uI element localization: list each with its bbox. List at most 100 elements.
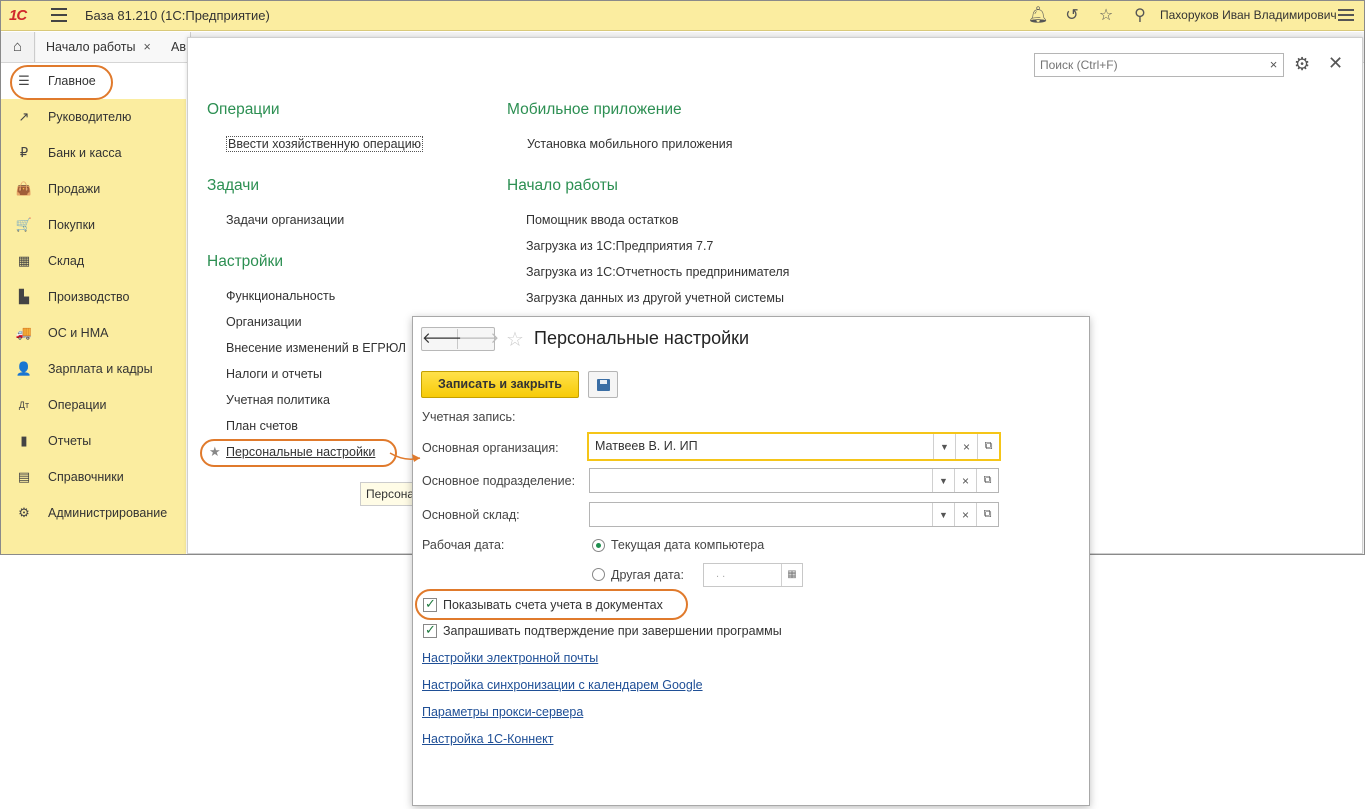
tab-start[interactable]: Начало работы × [36,32,162,62]
link-egrul[interactable]: Внесение изменений в ЕГРЮЛ [226,341,406,355]
date-field[interactable]: . . ▦ [703,563,803,587]
save-button[interactable] [588,371,618,398]
sidebar-item-assets[interactable]: 🚚 ОС и НМА [1,315,186,351]
chevron-down-icon[interactable]: ▼ [932,469,954,492]
sidebar-item-label: Продажи [48,182,101,196]
link-google-calendar[interactable]: Настройка синхронизации с календарем Goo… [422,678,703,692]
clear-icon[interactable]: × [1264,53,1284,77]
menu-icon[interactable] [1338,9,1354,23]
floppy-disk-icon [597,379,610,391]
link-email-settings[interactable]: Настройки электронной почты [422,651,598,665]
cart-icon: 🛒 [15,217,33,232]
warehouse-field[interactable]: ▼ × ⧉ [589,502,999,527]
calendar-icon[interactable]: ▦ [781,564,802,586]
history-icon[interactable]: ↺ [1061,5,1083,27]
sidebar-item-label: Зарплата и кадры [48,362,153,376]
sidebar-item-label: Руководителю [48,110,132,124]
link-import-other[interactable]: Загрузка данных из другой учетной систем… [526,291,784,305]
radio-current-label: Текущая дата компьютера [611,538,765,552]
sidebar-item-salary[interactable]: 👤 Зарплата и кадры [1,351,186,387]
tab-label: Ав [171,40,186,54]
home-icon[interactable]: ⌂ [1,32,35,62]
org-field[interactable]: Матвеев В. И. ИП ▼ × ⧉ [587,432,1001,461]
app-logo: 1С [9,7,27,24]
radio-other-date[interactable] [592,568,605,581]
link-balance-wizard[interactable]: Помощник ввода остатков [526,213,679,227]
sidebar-item-production[interactable]: ▙ Производство [1,279,186,315]
personal-settings-dialog: 🡐 🡒 ☆ Персональные настройки Записать и … [412,316,1090,806]
sidebar-item-reports[interactable]: ▮ Отчеты [1,423,186,459]
close-icon[interactable]: ✕ [1328,53,1343,74]
app-title: База 81.210 (1С:Предприятие) [85,8,270,23]
title-bar: 1С База 81.210 (1С:Предприятие) 🔔︎ ↺ ☆ ⚲… [1,1,1364,31]
forward-arrow-icon[interactable]: 🡒 [459,329,499,349]
sidebar-item-label: Отчеты [48,434,92,448]
link-enter-operation[interactable]: Ввести хозяйственную операцию [226,136,424,152]
link-proxy[interactable]: Параметры прокси-сервера [422,705,583,719]
person-icon: 👤 [15,361,33,376]
org-label: Основная организация: [422,441,559,455]
clear-icon[interactable]: × [954,503,976,526]
gear-icon[interactable]: ⚙ [1294,54,1310,75]
search-icon[interactable]: ⚲ [1129,5,1151,27]
link-functionality[interactable]: Функциональность [226,289,335,303]
link-1c-connect[interactable]: Настройка 1С-Коннект [422,732,553,746]
link-policy[interactable]: Учетная политика [226,393,330,407]
link-mobile-install[interactable]: Установка мобильного приложения [527,137,733,151]
sidebar-item-purchases[interactable]: 🛒 Покупки [1,207,186,243]
link-organizations[interactable]: Организации [226,315,302,329]
bag-icon: 👜 [15,181,33,196]
highlight-oval [10,65,113,100]
link-org-tasks[interactable]: Задачи организации [226,213,344,227]
link-taxes[interactable]: Налоги и отчеты [226,367,322,381]
open-icon[interactable]: ⧉ [976,503,998,526]
sidebar-item-manager[interactable]: ↗ Руководителю [1,99,186,135]
book-icon: ▤ [17,469,31,484]
clear-icon[interactable]: × [954,469,976,492]
sidebar: ☰ Главное ↗ Руководителю ₽ Банк и касса 👜 Пр… [1,63,186,554]
sidebar-item-warehouse[interactable]: ▦ Склад [1,243,186,279]
sidebar-item-label: Покупки [48,218,96,232]
section-title-tasks: Задачи [207,177,260,194]
ruble-icon: ₽ [19,145,29,160]
section-title-settings: Настройки [207,253,284,270]
division-field[interactable]: ▼ × ⧉ [589,468,999,493]
highlight-oval [200,439,397,467]
bell-icon[interactable]: 🔔︎ [1027,5,1049,27]
section-title-mobile: Мобильное приложение [507,101,682,118]
bar-chart-icon: ▮ [20,433,28,448]
open-icon[interactable]: ⧉ [977,434,999,459]
user-name[interactable]: Пахоруков Иван Владимирович [1160,8,1337,22]
close-icon[interactable]: × [143,40,150,54]
org-value: Матвеев В. И. ИП [595,439,698,453]
link-import-77[interactable]: Загрузка из 1С:Предприятия 7.7 [526,239,713,253]
section-title-start: Начало работы [507,177,618,194]
star-icon[interactable]: ☆ [1095,5,1117,27]
division-label: Основное подразделение: [422,474,576,488]
save-and-close-button[interactable]: Записать и закрыть [421,371,579,398]
sidebar-item-operations[interactable]: Дт Операции [1,387,186,423]
workdate-label: Рабочая дата: [422,538,505,552]
sidebar-item-label: Банк и касса [48,146,122,160]
checkbox-confirm-exit[interactable] [423,622,437,638]
search-field[interactable] [1034,53,1284,77]
sidebar-item-sales[interactable]: 👜 Продажи [1,171,186,207]
chevron-down-icon[interactable]: ▼ [932,503,954,526]
link-import-reporting[interactable]: Загрузка из 1С:Отчетность предпринимател… [526,265,789,279]
link-chart-of-accounts[interactable]: План счетов [226,419,298,433]
back-arrow-icon[interactable]: 🡐 [422,329,462,349]
clear-icon[interactable]: × [955,434,977,459]
warehouse-label: Основной склад: [422,508,520,522]
radio-current-date[interactable] [592,539,605,552]
highlight-oval [415,589,688,620]
favorite-star-icon[interactable]: ☆ [506,327,524,352]
search-input[interactable] [1035,54,1255,76]
truck-icon: 🚚 [15,325,33,340]
sidebar-item-admin[interactable]: ⚙ Администрирование [1,495,186,531]
sidebar-item-bank[interactable]: ₽ Банк и касса [1,135,186,171]
open-icon[interactable]: ⧉ [976,469,998,492]
main-menu-button[interactable] [51,8,67,22]
gear-icon: ⚙ [18,505,30,520]
chevron-down-icon[interactable]: ▼ [933,434,955,459]
sidebar-item-catalogs[interactable]: ▤ Справочники [1,459,186,495]
